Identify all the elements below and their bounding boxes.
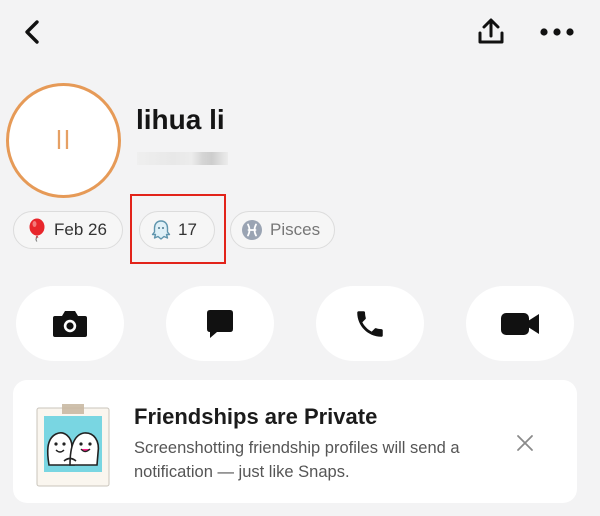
share-button[interactable] [470, 12, 512, 52]
highlight-box [130, 194, 226, 264]
chat-icon [207, 309, 233, 338]
zodiac-chip[interactable]: Pisces [230, 211, 335, 249]
dismiss-notice-button[interactable] [509, 427, 541, 459]
privacy-notice-title: Friendships are Private [134, 404, 378, 429]
birthday-label: Feb 26 [54, 220, 107, 239]
chevron-left-icon [25, 20, 39, 44]
chat-button[interactable] [166, 286, 274, 361]
call-button[interactable] [316, 286, 424, 361]
more-dots-icon [540, 28, 574, 36]
camera-icon [53, 310, 87, 337]
zodiac-label: Pisces [270, 220, 321, 239]
video-call-button[interactable] [466, 286, 574, 361]
pisces-icon [241, 219, 263, 241]
privacy-notice-body: Screenshotting friendship profiles will … [134, 439, 460, 481]
back-button[interactable] [14, 14, 50, 50]
balloon-icon [27, 218, 47, 242]
username-redacted [137, 152, 228, 165]
camera-button[interactable] [16, 286, 124, 361]
phone-icon [357, 310, 383, 337]
avatar[interactable]: ll [6, 83, 121, 198]
birthday-chip[interactable]: Feb 26 [13, 211, 123, 249]
close-icon [517, 435, 533, 451]
share-upload-icon [478, 18, 504, 44]
friends-polaroid-illustration [34, 403, 112, 489]
video-icon [501, 312, 539, 335]
avatar-initials: ll [55, 126, 72, 155]
display-name: lihua li [136, 104, 225, 135]
more-button[interactable] [535, 14, 579, 50]
